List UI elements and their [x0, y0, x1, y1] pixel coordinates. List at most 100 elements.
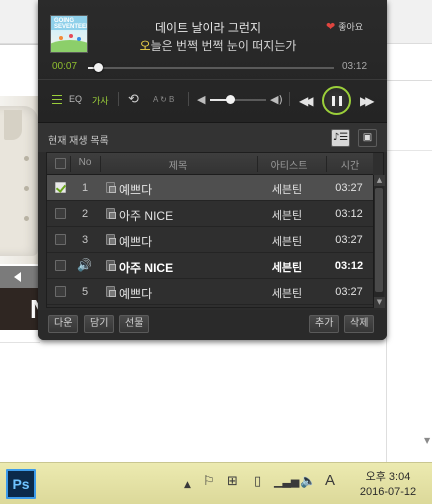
photoshop-taskbar-button[interactable]: Ps [6, 469, 36, 499]
now-playing-speaker-icon: 🔊 [77, 258, 92, 272]
network-signal-icon[interactable]: ▁▃▅ [274, 474, 299, 490]
carousel-prev-button[interactable] [0, 266, 40, 288]
track-title: 아주 NICE [119, 261, 174, 275]
track-number: 3 [81, 234, 89, 246]
windows-taskbar: Ps ▲ ⚐ ⊞ ▯ ▁▃▅ 🔈 A 오후 3:04 2016-07-12 [0, 462, 432, 504]
add-button[interactable]: 추가 [309, 315, 340, 333]
pause-icon [332, 96, 335, 106]
lyric-highlight: 오 [139, 39, 151, 53]
volume-low-icon[interactable]: ◀ [197, 93, 205, 106]
music-player-window: GOING SEVENTEEN 데이트 날이라 그런지 오늘은 번쩍 번쩍 눈이… [38, 0, 387, 340]
playlist-row[interactable]: 1 예쁘다 세븐틴 03:27 [47, 175, 373, 201]
ime-language-indicator[interactable]: A [325, 473, 335, 489]
volume-high-icon[interactable]: ◀) [270, 93, 283, 106]
delete-button[interactable]: 삭제 [344, 315, 375, 333]
playlist-row[interactable]: 🔊 아주 NICE 세븐틴 03:12 [47, 253, 373, 279]
lyric-current-line: 데이트 날이라 그런지 [154, 21, 262, 35]
divider [38, 79, 387, 80]
previous-track-button[interactable]: ◀◀ [299, 94, 314, 108]
save-button[interactable]: 담기 [84, 315, 115, 333]
list-icon[interactable] [52, 95, 62, 104]
lyrics-button[interactable]: 가사 [92, 94, 109, 107]
clock-date[interactable]: 2016-07-12 [352, 486, 424, 498]
song-icon [106, 208, 116, 219]
track-duration: 03:12 [334, 260, 364, 272]
track-artist: 세븐틴 [271, 288, 303, 300]
row-checkbox[interactable] [55, 260, 66, 271]
music-list-view-button[interactable]: ♪☰ [331, 129, 350, 147]
track-number: 5 [81, 286, 89, 298]
chevron-left-icon [14, 272, 21, 282]
column-no[interactable]: No [73, 157, 97, 168]
column-artist[interactable]: 아티스트 [259, 157, 319, 172]
playlist-row[interactable]: 2 아주 NICE 세븐틴 03:12 [47, 201, 373, 227]
scroll-down-icon[interactable]: ▼ [424, 436, 432, 448]
webpage-divider [0, 342, 40, 343]
table-header: No 제목 아티스트 시간 [47, 153, 373, 175]
banner-dark: N [0, 288, 49, 330]
like-button[interactable]: ❤ 좋아요 [326, 20, 363, 33]
song-icon [106, 260, 116, 271]
heart-icon: ❤ [326, 21, 336, 33]
column-title[interactable]: 제목 [103, 157, 253, 172]
divider [289, 92, 290, 106]
clock-time[interactable]: 오후 3:04 [358, 468, 418, 484]
scroll-up-icon[interactable]: ▲ [374, 175, 385, 186]
track-artist: 세븐틴 [271, 236, 303, 248]
track-duration: 03:27 [335, 286, 363, 298]
select-all-checkbox[interactable] [55, 158, 66, 169]
volume-slider[interactable] [210, 95, 266, 104]
row-checkbox[interactable] [55, 182, 66, 193]
album-art[interactable]: GOING SEVENTEEN [50, 15, 88, 53]
playlist-row[interactable]: 3 예쁘다 세븐틴 03:27 [47, 227, 373, 253]
video-list-view-button[interactable]: ▣ [358, 129, 377, 147]
total-time: 03:12 [342, 61, 368, 72]
track-number: 2 [81, 208, 89, 220]
flag-icon[interactable]: ⚐ [203, 474, 215, 490]
now-playing-panel: GOING SEVENTEEN 데이트 날이라 그런지 오늘은 번쩍 번쩍 눈이… [38, 0, 387, 122]
track-number: 1 [81, 182, 89, 194]
playlist-table: No 제목 아티스트 시간 1 예쁘다 세븐틴 03:27 2 아주 NICE … [46, 152, 385, 308]
lyric-next-line: 오늘은 번쩍 번쩍 눈이 떠지는가 [98, 37, 338, 54]
song-icon [106, 234, 116, 245]
gift-button[interactable]: 선물 [119, 315, 150, 333]
windows-update-icon[interactable]: ⊞ [227, 474, 238, 490]
speaker-icon[interactable]: 🔈 [300, 474, 316, 490]
playlist-row[interactable]: 5 예쁘다 세븐틴 03:27 [47, 279, 373, 305]
next-track-button[interactable]: ▶▶ [360, 94, 375, 108]
track-title: 예쁘다 [119, 235, 153, 249]
scroll-down-icon[interactable]: ▼ [374, 297, 385, 308]
divider [118, 92, 119, 106]
row-checkbox[interactable] [55, 286, 66, 297]
webpage-divider [386, 150, 432, 151]
webpage-divider [0, 44, 40, 45]
scrollbar-thumb[interactable] [375, 188, 383, 292]
track-duration: 03:27 [335, 234, 363, 246]
row-checkbox[interactable] [55, 234, 66, 245]
lyric-next-rest: 늘은 번쩍 번쩍 눈이 떠지는가 [150, 39, 297, 53]
repeat-icon[interactable]: ⟲ [128, 93, 139, 106]
eq-button[interactable]: EQ [69, 94, 82, 104]
download-button[interactable]: 다운 [48, 315, 79, 333]
progress-bar[interactable] [88, 63, 334, 72]
show-hidden-icons[interactable]: ▲ [184, 477, 191, 493]
ab-repeat-button[interactable]: A ↻ B [153, 95, 174, 104]
progress-handle[interactable] [93, 63, 103, 72]
track-title: 예쁘다 [119, 183, 153, 197]
pause-button[interactable] [322, 86, 351, 115]
playlist-scrollbar[interactable]: ▲ ▼ [373, 175, 385, 308]
webpage-right-column [386, 44, 432, 462]
track-title: 아주 NICE [119, 209, 174, 223]
song-icon [106, 286, 116, 297]
elapsed-time: 00:07 [52, 61, 78, 72]
battery-icon[interactable]: ▯ [254, 474, 261, 490]
column-time[interactable]: 시간 [329, 157, 371, 172]
track-duration: 03:27 [335, 182, 363, 194]
row-checkbox[interactable] [55, 208, 66, 219]
webpage-divider [386, 80, 432, 81]
playlist-actions: 다운 담기 선물 추가 삭제 [38, 310, 387, 340]
product-photo[interactable] [0, 96, 40, 264]
track-duration: 03:12 [335, 208, 363, 220]
volume-handle[interactable] [225, 95, 235, 104]
divider [188, 92, 189, 106]
